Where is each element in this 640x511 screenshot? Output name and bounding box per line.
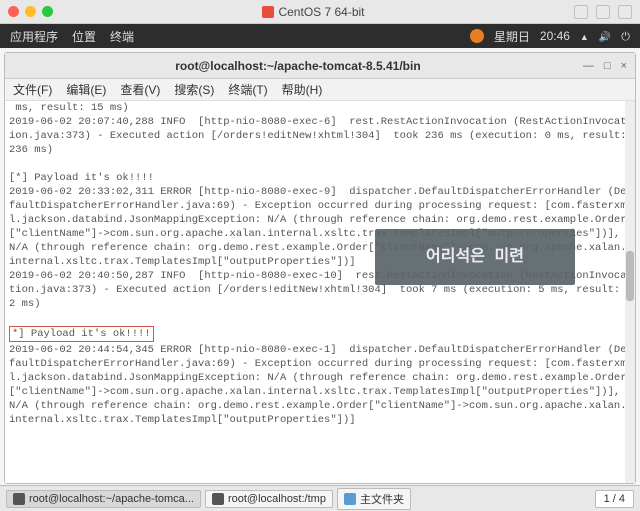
traffic-lights — [8, 6, 53, 17]
places-menu[interactable]: 位置 — [72, 28, 96, 45]
taskbar-item-terminal2[interactable]: root@localhost:/tmp — [205, 490, 333, 508]
scrollbar-thumb[interactable] — [626, 251, 634, 301]
taskbar-item-files[interactable]: 主文件夹 — [337, 488, 411, 510]
folder-icon — [344, 493, 356, 505]
terminal-icon — [13, 493, 25, 505]
vm-title-text: CentOS 7 64-bit — [278, 5, 364, 19]
tooltip-overlay: 어리석은 미련 — [375, 229, 575, 285]
terminal-title: root@localhost:~/apache-tomcat-8.5.41/bi… — [13, 59, 583, 73]
clock-time: 20:46 — [540, 29, 570, 43]
power-icon[interactable] — [621, 29, 630, 44]
minimize-icon[interactable] — [25, 6, 36, 17]
menu-file[interactable]: 文件(F) — [13, 81, 52, 98]
network-icon[interactable] — [580, 29, 589, 43]
clock-day: 星期日 — [494, 28, 530, 45]
log-line: *] Payload it's ok!!!! — [12, 328, 151, 340]
vm-tool1-icon[interactable] — [574, 5, 588, 19]
gnome-top-panel: 应用程序 位置 终端 星期日 20:46 — [0, 24, 640, 48]
maximize-button[interactable]: □ — [604, 60, 611, 72]
minimize-button[interactable]: — — [583, 60, 594, 72]
tooltip-text: 어리석은 미련 — [426, 250, 524, 264]
vm-titlebar: CentOS 7 64-bit — [0, 0, 640, 24]
bottom-taskbar: root@localhost:~/apache-tomca... root@lo… — [0, 485, 640, 511]
log-line: [*] Payload it's ok!!!! — [9, 171, 631, 185]
menu-search[interactable]: 搜索(S) — [174, 81, 214, 98]
payload-highlight: *] Payload it's ok!!!! — [9, 326, 154, 342]
menu-view[interactable]: 查看(V) — [120, 81, 160, 98]
taskbar-label: root@localhost:~/apache-tomca... — [29, 493, 194, 505]
close-icon[interactable] — [8, 6, 19, 17]
window-controls: — □ × — [583, 60, 627, 72]
workspace-text: 1 / 4 — [604, 493, 625, 505]
taskbar-label: 主文件夹 — [360, 491, 404, 507]
notification-icon[interactable] — [470, 29, 484, 43]
terminal-menubar: 文件(F) 编辑(E) 查看(V) 搜索(S) 终端(T) 帮助(H) — [5, 79, 635, 101]
log-line: ms, result: 15 ms) — [9, 101, 631, 115]
scrollbar[interactable] — [625, 101, 635, 483]
menu-terminal[interactable]: 终端(T) — [228, 81, 267, 98]
log-line — [9, 311, 631, 325]
zoom-icon[interactable] — [42, 6, 53, 17]
vm-title: CentOS 7 64-bit — [53, 5, 574, 19]
log-line: 2019-06-02 20:07:40,288 INFO [http-nio-8… — [9, 115, 631, 157]
log-line: 2019-06-02 20:44:54,345 ERROR [http-nio-… — [9, 343, 631, 427]
terminal-app-menu[interactable]: 终端 — [110, 28, 134, 45]
close-button[interactable]: × — [621, 60, 627, 72]
vm-toolbar-icons — [574, 5, 632, 19]
terminal-body[interactable]: ms, result: 15 ms) 2019-06-02 20:07:40,2… — [5, 101, 635, 483]
taskbar-label: root@localhost:/tmp — [228, 493, 326, 505]
vm-tool2-icon[interactable] — [596, 5, 610, 19]
workspace-indicator[interactable]: 1 / 4 — [595, 490, 634, 508]
terminal-icon — [212, 493, 224, 505]
menu-edit[interactable]: 编辑(E) — [66, 81, 106, 98]
sound-icon[interactable] — [599, 29, 611, 43]
taskbar-item-terminal1[interactable]: root@localhost:~/apache-tomca... — [6, 490, 201, 508]
menu-help[interactable]: 帮助(H) — [282, 81, 323, 98]
terminal-window: root@localhost:~/apache-tomcat-8.5.41/bi… — [4, 52, 636, 484]
vm-tool3-icon[interactable] — [618, 5, 632, 19]
log-line — [9, 157, 631, 171]
terminal-titlebar[interactable]: root@localhost:~/apache-tomcat-8.5.41/bi… — [5, 53, 635, 79]
panel-right: 星期日 20:46 — [470, 28, 630, 45]
panel-left: 应用程序 位置 终端 — [10, 28, 134, 45]
applications-menu[interactable]: 应用程序 — [10, 28, 58, 45]
